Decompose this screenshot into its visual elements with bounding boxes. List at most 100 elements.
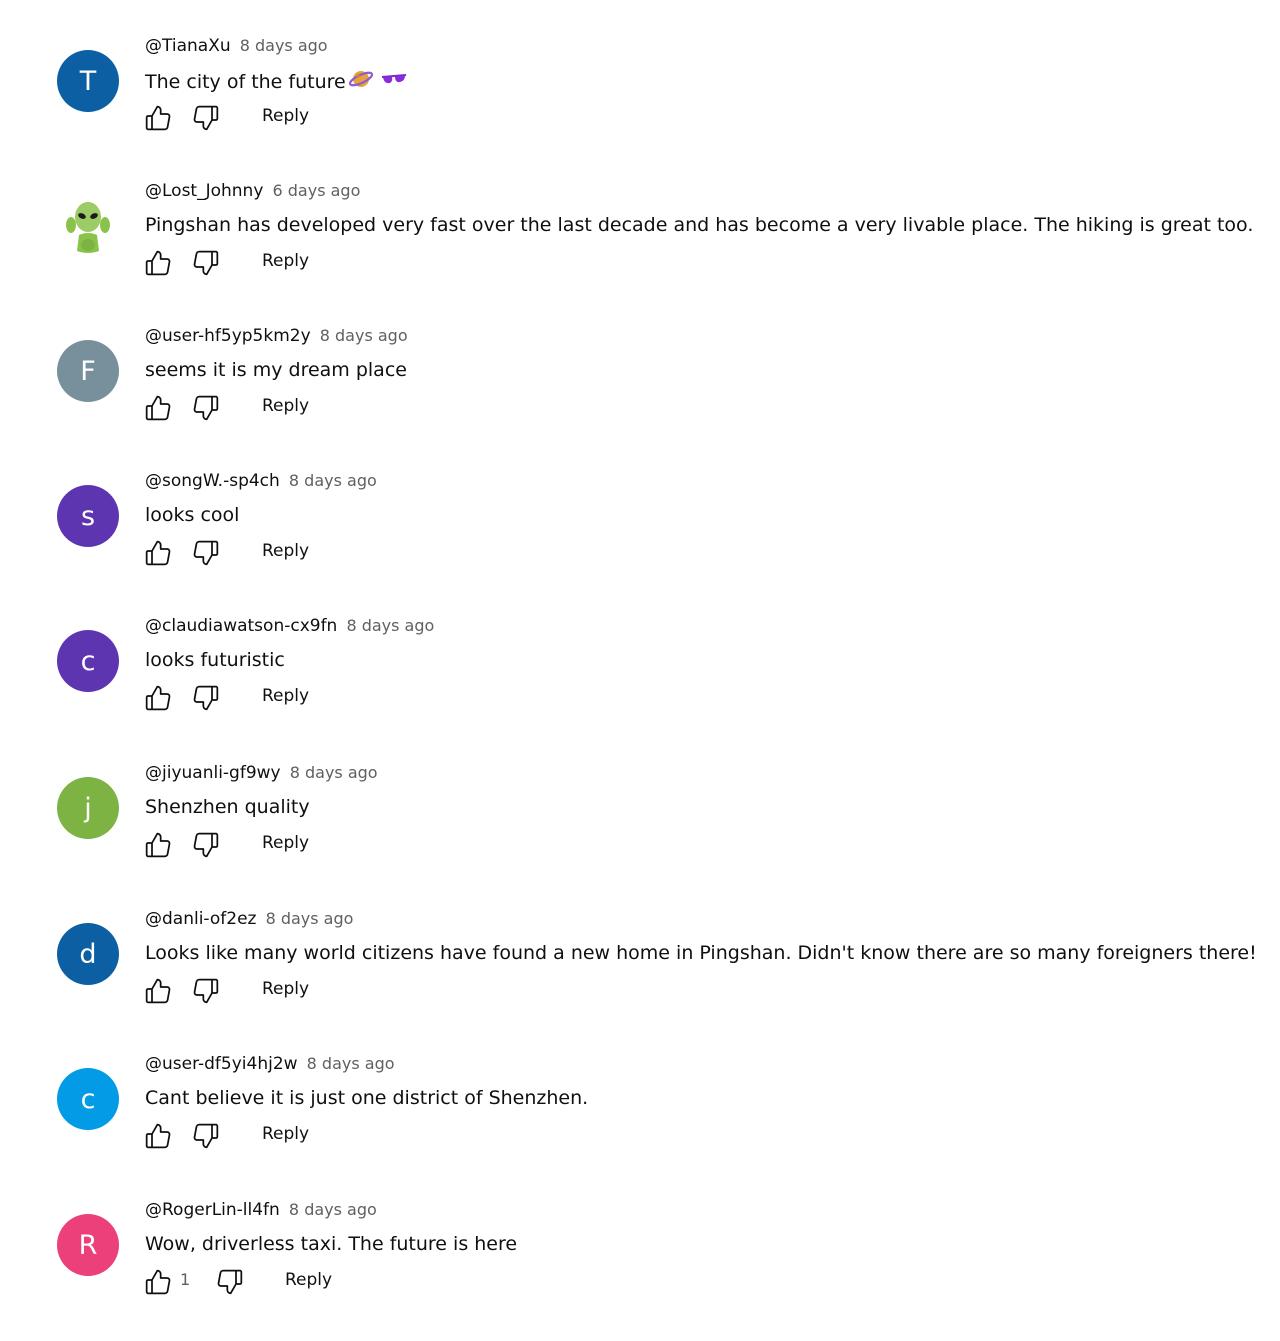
- comment-header: @TianaXu 8 days ago: [145, 32, 328, 60]
- like-button[interactable]: [142, 975, 174, 1007]
- thumbs-up-icon: [145, 1269, 171, 1295]
- thumbs-up-icon: [145, 1123, 171, 1149]
- comment-text-body: The city of the future: [145, 71, 346, 93]
- comment-author[interactable]: @RogerLin-ll4fn: [145, 1200, 280, 1220]
- sunglasses-emoji-icon: [380, 69, 408, 98]
- comment-author[interactable]: @claudiawatson-cx9fn: [145, 616, 337, 636]
- comment-actions: Reply: [142, 973, 542, 1005]
- reply-button[interactable]: Reply: [262, 106, 309, 126]
- comment-timestamp[interactable]: 6 days ago: [273, 181, 361, 200]
- comment-text: Shenzhen quality: [145, 796, 310, 818]
- avatar[interactable]: j: [57, 777, 119, 839]
- like-button[interactable]: [142, 392, 174, 424]
- thumbs-up-icon: [145, 540, 171, 566]
- comment-timestamp[interactable]: 8 days ago: [346, 616, 434, 635]
- dislike-button[interactable]: [190, 682, 222, 714]
- comment-thread: F @user-hf5yp5km2y 8 days ago seems it i…: [0, 322, 1280, 467]
- thumbs-down-icon: [193, 395, 219, 421]
- reply-button[interactable]: Reply: [262, 396, 309, 416]
- comment-actions: Reply: [142, 680, 542, 712]
- dislike-button[interactable]: [190, 537, 222, 569]
- comment-text: Looks like many world citizens have foun…: [145, 942, 1257, 964]
- avatar[interactable]: T: [57, 50, 119, 112]
- comment-thread: T @TianaXu 8 days ago The city of the fu…: [0, 32, 1280, 177]
- reply-button[interactable]: Reply: [262, 979, 309, 999]
- comment-author[interactable]: @danli-of2ez: [145, 909, 256, 929]
- avatar[interactable]: c: [57, 1068, 119, 1130]
- comment-header: @songW.-sp4ch 8 days ago: [145, 467, 377, 495]
- like-button[interactable]: [142, 537, 174, 569]
- comment-timestamp[interactable]: 8 days ago: [307, 1054, 395, 1073]
- thumbs-down-icon: [193, 250, 219, 276]
- thumbs-up-icon: [145, 250, 171, 276]
- reply-button[interactable]: Reply: [262, 686, 309, 706]
- comment-header: @user-df5yi4hj2w 8 days ago: [145, 1050, 395, 1078]
- comment-thread: R @RogerLin-ll4fn 8 days ago Wow, driver…: [0, 1196, 1280, 1341]
- avatar[interactable]: R: [57, 1214, 119, 1276]
- comment-timestamp[interactable]: 8 days ago: [290, 763, 378, 782]
- comment-thread: c @user-df5yi4hj2w 8 days ago Cant belie…: [0, 1050, 1280, 1195]
- thumbs-up-icon: [145, 105, 171, 131]
- comment-timestamp[interactable]: 8 days ago: [266, 909, 354, 928]
- comment-thread: d @danli-of2ez 8 days ago Looks like man…: [0, 905, 1280, 1050]
- thumbs-down-icon: [193, 540, 219, 566]
- comment-actions: 1 Reply: [142, 1264, 542, 1296]
- comment-header: @RogerLin-ll4fn 8 days ago: [145, 1196, 377, 1224]
- comment-text: The city of the future: [145, 67, 408, 98]
- reply-button[interactable]: Reply: [262, 251, 309, 271]
- comment-timestamp[interactable]: 8 days ago: [289, 1200, 377, 1219]
- thumbs-up-icon: [145, 832, 171, 858]
- comment-header: @Lost_Johnny 6 days ago: [145, 177, 360, 205]
- like-button[interactable]: [142, 247, 174, 279]
- comment-header: @jiyuanli-gf9wy 8 days ago: [145, 759, 378, 787]
- comment-thread: s @songW.-sp4ch 8 days ago looks cool Re…: [0, 467, 1280, 612]
- reply-button[interactable]: Reply: [262, 833, 309, 853]
- comment-actions: Reply: [142, 535, 542, 567]
- dislike-button[interactable]: [190, 102, 222, 134]
- comment-text: looks cool: [145, 504, 240, 526]
- avatar[interactable]: [57, 195, 119, 257]
- like-button[interactable]: [142, 829, 174, 861]
- comment-actions: Reply: [142, 100, 542, 132]
- comment-header: @claudiawatson-cx9fn 8 days ago: [145, 612, 434, 640]
- like-button[interactable]: [142, 682, 174, 714]
- comment-thread: j @jiyuanli-gf9wy 8 days ago Shenzhen qu…: [0, 759, 1280, 904]
- reply-button[interactable]: Reply: [262, 1124, 309, 1144]
- comment-header: @user-hf5yp5km2y 8 days ago: [145, 322, 408, 350]
- comment-author[interactable]: @user-df5yi4hj2w: [145, 1054, 298, 1074]
- avatar[interactable]: F: [57, 340, 119, 402]
- thumbs-down-icon: [217, 1269, 243, 1295]
- comment-timestamp[interactable]: 8 days ago: [240, 36, 328, 55]
- comment-actions: Reply: [142, 390, 542, 422]
- like-button[interactable]: [142, 1266, 174, 1298]
- planet-emoji-icon: [348, 67, 378, 98]
- comment-text: Cant believe it is just one district of …: [145, 1087, 589, 1109]
- alien-avatar-icon: [66, 202, 110, 253]
- comment-author[interactable]: @Lost_Johnny: [145, 181, 263, 201]
- dislike-button[interactable]: [190, 247, 222, 279]
- comment-author[interactable]: @songW.-sp4ch: [145, 471, 280, 491]
- comment-author[interactable]: @TianaXu: [145, 36, 231, 56]
- dislike-button[interactable]: [190, 1120, 222, 1152]
- comment-actions: Reply: [142, 1118, 542, 1150]
- dislike-button[interactable]: [190, 975, 222, 1007]
- dislike-button[interactable]: [214, 1266, 246, 1298]
- comment-text: Pingshan has developed very fast over th…: [145, 214, 1254, 236]
- avatar[interactable]: d: [57, 923, 119, 985]
- comment-thread: @Lost_Johnny 6 days ago Pingshan has dev…: [0, 177, 1280, 322]
- comment-text: Wow, driverless taxi. The future is here: [145, 1233, 518, 1255]
- comment-actions: Reply: [142, 245, 542, 277]
- comment-author[interactable]: @jiyuanli-gf9wy: [145, 763, 281, 783]
- comment-author[interactable]: @user-hf5yp5km2y: [145, 326, 311, 346]
- comment-timestamp[interactable]: 8 days ago: [289, 471, 377, 490]
- thumbs-down-icon: [193, 978, 219, 1004]
- avatar[interactable]: c: [57, 630, 119, 692]
- reply-button[interactable]: Reply: [285, 1270, 332, 1290]
- dislike-button[interactable]: [190, 829, 222, 861]
- reply-button[interactable]: Reply: [262, 541, 309, 561]
- comment-timestamp[interactable]: 8 days ago: [320, 326, 408, 345]
- dislike-button[interactable]: [190, 392, 222, 424]
- avatar[interactable]: s: [57, 485, 119, 547]
- like-button[interactable]: [142, 1120, 174, 1152]
- like-button[interactable]: [142, 102, 174, 134]
